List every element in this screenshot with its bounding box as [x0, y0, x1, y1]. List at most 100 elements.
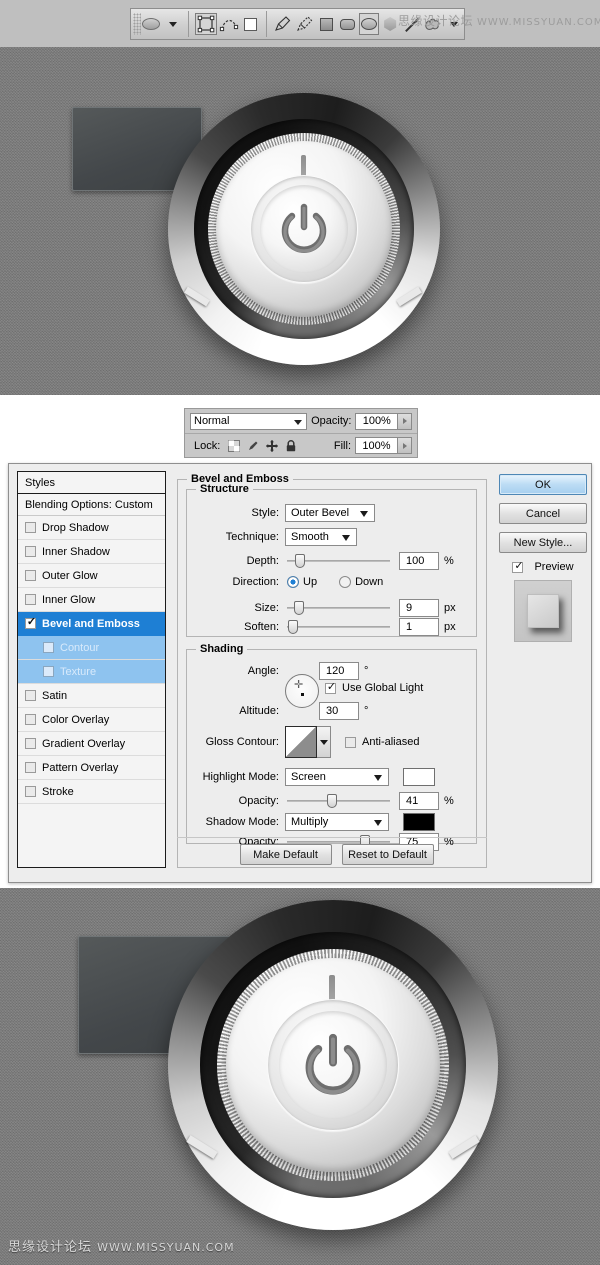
checkbox-gradient-overlay[interactable] — [25, 738, 36, 749]
slider-thumb[interactable] — [327, 794, 337, 808]
checkbox-contour[interactable] — [43, 642, 54, 653]
lock-position-icon[interactable] — [266, 439, 279, 452]
checkbox-color-overlay[interactable] — [25, 714, 36, 725]
chevron-down-icon — [374, 820, 382, 826]
angle-unit: ° — [364, 665, 369, 677]
shadow-color-swatch[interactable] — [403, 813, 435, 831]
style-item-inner-glow[interactable]: Inner Glow — [18, 588, 165, 612]
slider-thumb[interactable] — [294, 601, 304, 615]
tool-rounded-rectangle[interactable] — [338, 13, 357, 35]
lock-all-icon[interactable] — [285, 439, 297, 452]
highlight-opacity-slider[interactable] — [287, 794, 390, 808]
gloss-contour-preview[interactable] — [285, 726, 317, 758]
checkbox-texture[interactable] — [43, 666, 54, 677]
toolbar-drag-grip[interactable] — [133, 13, 141, 35]
style-item-pattern-overlay[interactable]: Pattern Overlay — [18, 756, 165, 780]
altitude-input[interactable]: 30 — [319, 702, 359, 720]
checkbox-stroke[interactable] — [25, 786, 36, 797]
checkbox-satin[interactable] — [25, 690, 36, 701]
shadow-mode-select[interactable]: Multiply — [285, 813, 389, 831]
style-item-color-overlay[interactable]: Color Overlay — [18, 708, 165, 732]
style-item-outer-glow[interactable]: Outer Glow — [18, 564, 165, 588]
fill-slider-arrow[interactable] — [398, 437, 412, 454]
style-label: Stroke — [42, 785, 74, 798]
checkbox-preview[interactable] — [512, 560, 524, 573]
tool-polygon[interactable] — [381, 13, 400, 35]
make-default-button[interactable]: Make Default — [239, 844, 332, 865]
use-global-light-row[interactable]: Use Global Light — [325, 681, 423, 694]
direction-radio-up[interactable]: Up — [287, 576, 317, 588]
soften-slider[interactable] — [287, 620, 390, 634]
styles-list-panel: Styles Blending Options: Custom Drop Sha… — [17, 471, 166, 868]
preset-dropdown-button[interactable] — [163, 13, 182, 35]
direction-radio-down[interactable]: Down — [339, 576, 383, 588]
tool-rectangle[interactable] — [317, 13, 336, 35]
tool-fill-pixels[interactable] — [241, 13, 260, 35]
checkbox-pattern-overlay[interactable] — [25, 762, 36, 773]
tool-ellipse[interactable] — [359, 13, 379, 35]
checkbox-inner-shadow[interactable] — [25, 546, 36, 557]
style-label: Inner Glow — [42, 593, 96, 606]
gloss-contour-picker[interactable] — [285, 726, 331, 758]
cancel-button[interactable]: Cancel — [499, 503, 587, 524]
style-item-texture[interactable]: Texture — [18, 660, 165, 684]
ok-button[interactable]: OK — [499, 474, 587, 495]
paths-icon — [219, 19, 239, 32]
style-item-stroke[interactable]: Stroke — [18, 780, 165, 804]
size-label: Size: — [254, 602, 279, 614]
size-slider[interactable] — [287, 601, 390, 615]
radio-down[interactable] — [339, 576, 352, 588]
layers-panel: Normal Opacity: 100% Lock: Fill: 100% — [184, 408, 418, 458]
opacity-slider-arrow[interactable] — [398, 412, 412, 430]
watermark-url-text: WWW.MISSYUAN.COM — [97, 1241, 235, 1254]
style-item-contour[interactable]: Contour — [18, 636, 165, 660]
lock-transparent-pixels-icon[interactable] — [228, 439, 241, 452]
checkbox-use-global-light[interactable] — [325, 681, 337, 694]
technique-select[interactable]: Smooth — [285, 528, 357, 546]
slider-thumb[interactable] — [288, 620, 298, 634]
checkbox-anti-aliased[interactable] — [345, 736, 356, 748]
depth-input[interactable]: 100 — [399, 552, 439, 570]
style-item-bevel-and-emboss[interactable]: Bevel and Emboss — [18, 612, 165, 636]
styles-header: Styles — [18, 472, 165, 494]
blending-options-item[interactable]: Blending Options: Custom — [18, 494, 165, 516]
lock-image-pixels-icon[interactable] — [247, 440, 259, 452]
checkbox-outer-glow[interactable] — [25, 570, 36, 581]
style-label: Gradient Overlay — [42, 737, 126, 750]
slider-thumb[interactable] — [295, 554, 305, 568]
tool-shape-layers[interactable] — [194, 13, 217, 35]
tool-freeform-pen[interactable] — [295, 13, 315, 35]
style-item-drop-shadow[interactable]: Drop Shadow — [18, 516, 165, 540]
power-knob-top — [168, 93, 440, 365]
bevel-style-select[interactable]: Outer Bevel — [285, 504, 375, 522]
tool-pen[interactable] — [273, 13, 293, 35]
new-style-button[interactable]: New Style... — [499, 532, 587, 553]
gloss-contour-dropdown-icon[interactable] — [317, 726, 331, 758]
fill-value[interactable]: 100% — [355, 437, 398, 454]
checkbox-drop-shadow[interactable] — [25, 522, 36, 533]
highlight-color-swatch[interactable] — [403, 768, 435, 786]
blend-mode-select[interactable]: Normal — [190, 412, 308, 430]
depth-slider[interactable] — [287, 554, 390, 568]
soften-input[interactable]: 1 — [399, 618, 439, 636]
structure-group: Structure Style: Outer Bevel Technique: … — [186, 483, 477, 637]
angle-input[interactable]: 120 — [319, 662, 359, 680]
tool-paths[interactable] — [219, 13, 239, 35]
style-label: Bevel and Emboss — [42, 617, 140, 630]
style-item-inner-shadow[interactable]: Inner Shadow — [18, 540, 165, 564]
highlight-opacity-input[interactable]: 41 — [399, 792, 439, 810]
opacity-value[interactable]: 100% — [355, 412, 399, 430]
style-item-gradient-overlay[interactable]: Gradient Overlay — [18, 732, 165, 756]
size-input[interactable]: 9 — [399, 599, 439, 617]
checkbox-inner-glow[interactable] — [25, 594, 36, 605]
shape-preset-ellipse-swatch[interactable] — [142, 13, 161, 35]
style-item-satin[interactable]: Satin — [18, 684, 165, 708]
highlight-mode-select[interactable]: Screen — [285, 768, 389, 786]
preview-toggle-row[interactable]: Preview — [499, 560, 587, 573]
reset-to-default-button[interactable]: Reset to Default — [341, 844, 434, 865]
anti-aliased-row[interactable]: Anti-aliased — [345, 736, 419, 748]
slider-track — [287, 841, 390, 843]
radio-up[interactable] — [287, 576, 299, 588]
direction-down-label: Down — [355, 576, 384, 588]
checkbox-bevel-and-emboss[interactable] — [25, 616, 37, 629]
